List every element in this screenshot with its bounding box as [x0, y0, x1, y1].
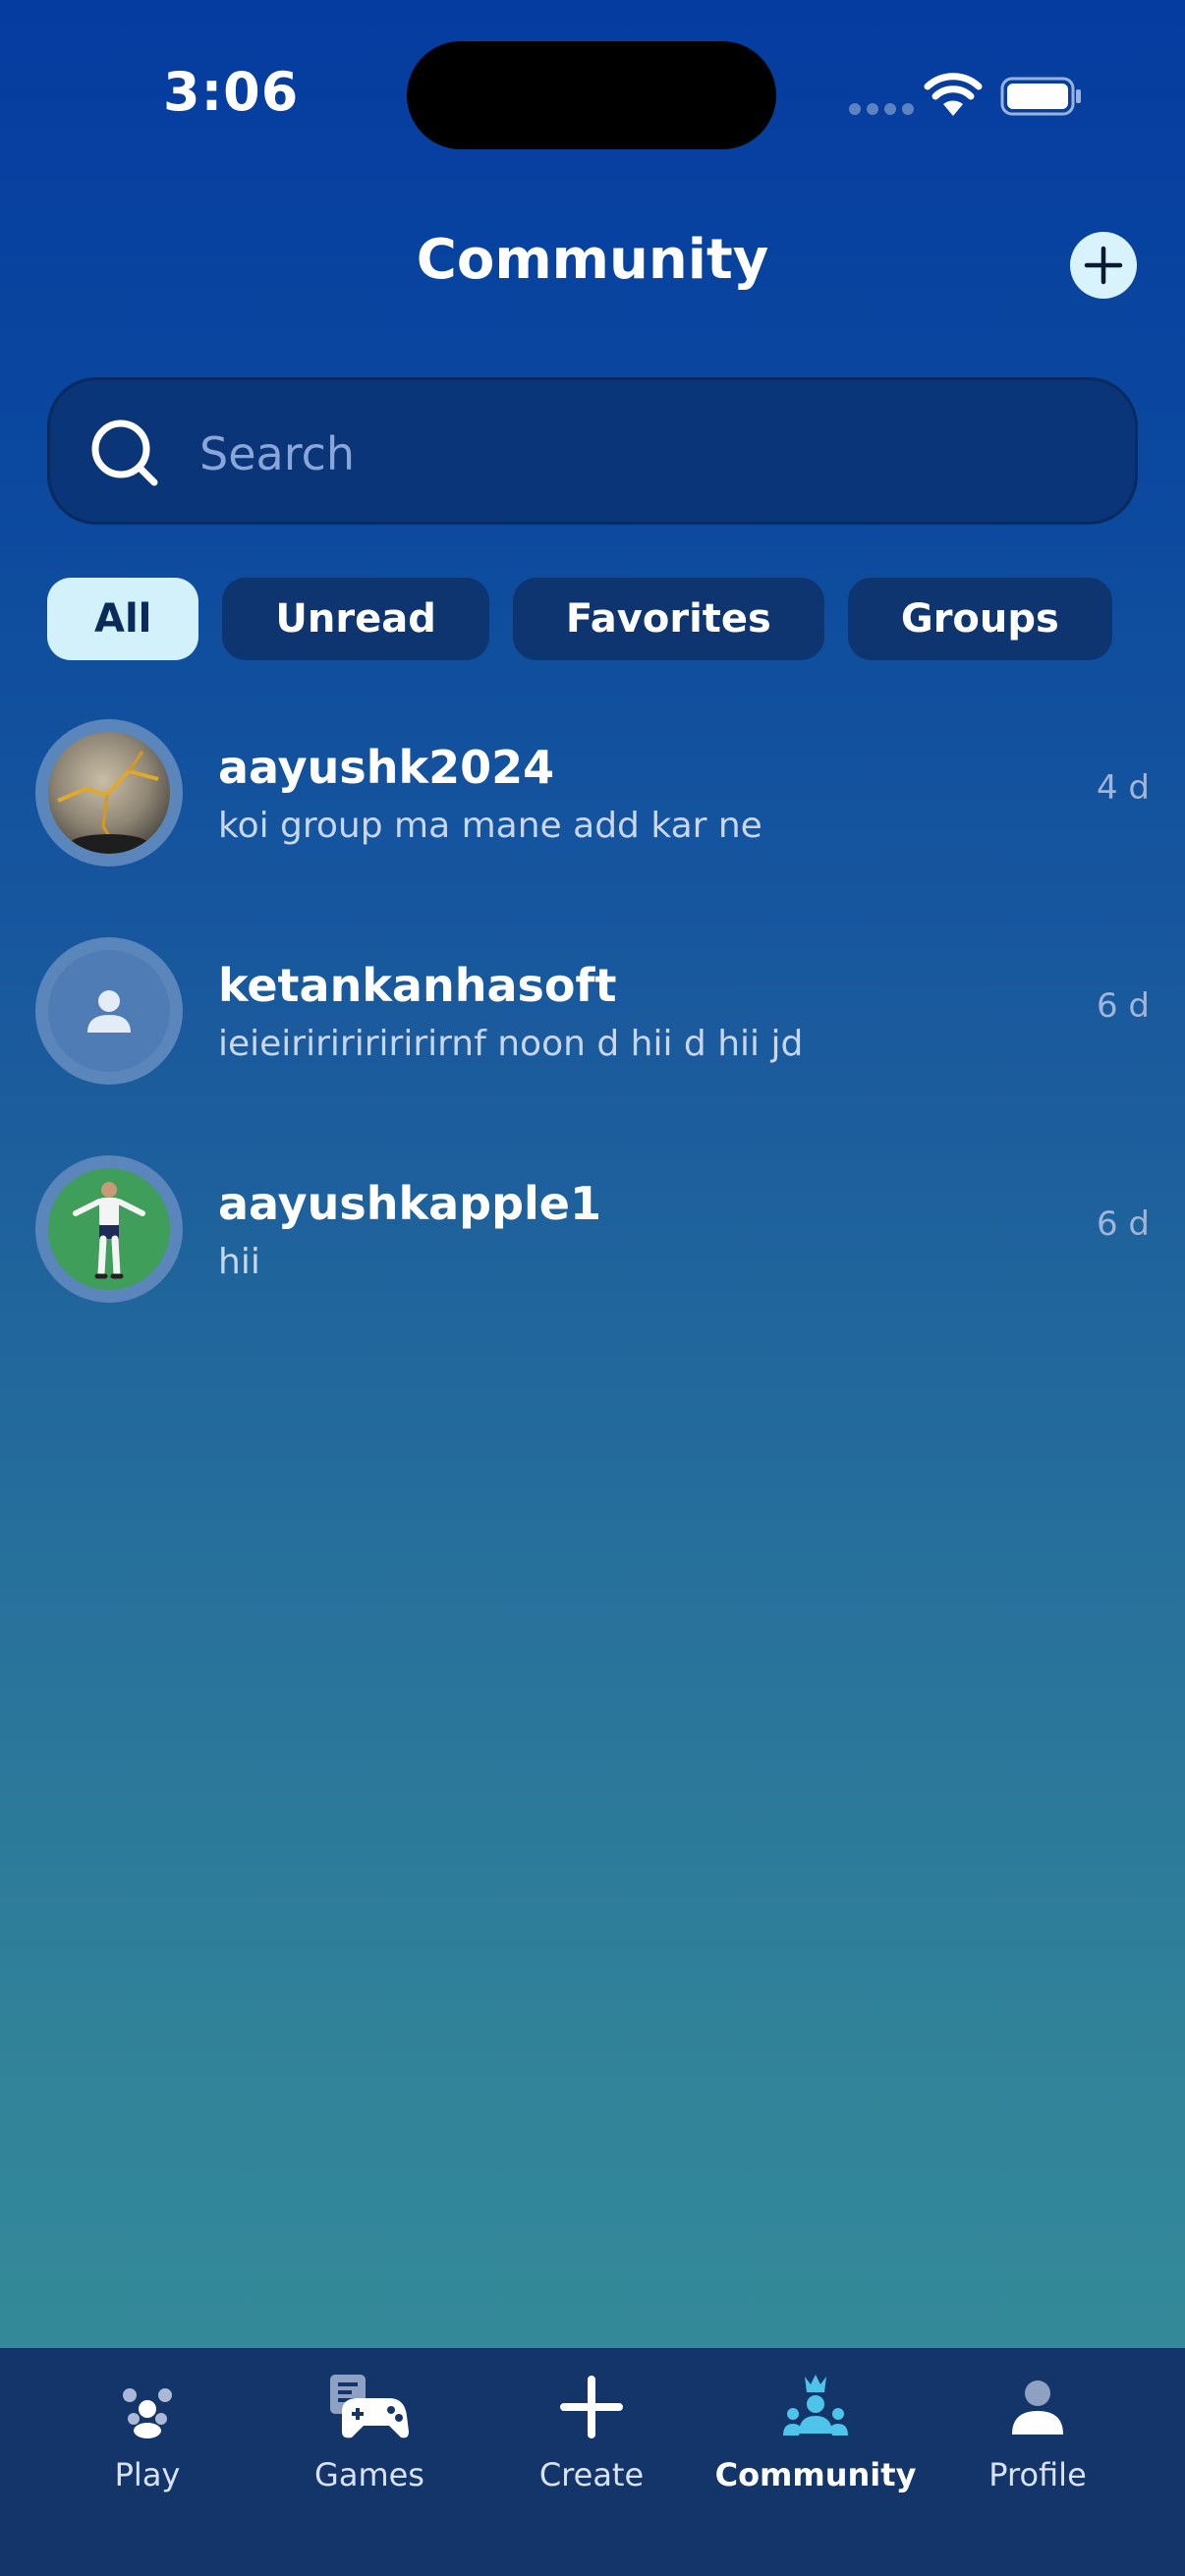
avatar — [35, 937, 183, 1085]
battery-icon — [1000, 77, 1081, 116]
conversation-preview: ieieiririririririrnf noon d hii d hii jd — [218, 1024, 804, 1064]
conversation-preview: hii — [218, 1242, 260, 1282]
tab-label: Play — [114, 2456, 181, 2493]
conversation-row[interactable]: aayushkapple1 hii 6 d — [0, 1155, 1185, 1332]
tab-label: Games — [314, 2456, 424, 2493]
avatar — [35, 719, 183, 867]
status-bar: 3:06 — [0, 0, 1185, 196]
tab-label: Create — [538, 2456, 645, 2493]
filter-chips: All Unread Favorites Groups — [47, 578, 1112, 660]
conversation-name: aayushkapple1 — [218, 1177, 601, 1230]
add-conversation-button[interactable] — [1070, 232, 1137, 299]
tab-label: Profile — [988, 2456, 1087, 2493]
person-icon — [1012, 2380, 1063, 2435]
person-icon — [87, 990, 131, 1033]
conversation-row[interactable]: ketankanhasoft ieieiririririririrnf noon… — [0, 937, 1185, 1114]
avatar — [35, 1155, 183, 1303]
filter-chip-all[interactable]: All — [47, 578, 199, 660]
conversation-preview: koi group ma mane add kar ne — [218, 806, 762, 846]
conversation-row[interactable]: aayushk2024 koi group ma mane add kar ne… — [0, 719, 1185, 896]
gamepad-icon — [330, 2375, 409, 2438]
crown-people-icon — [783, 2375, 848, 2436]
filter-chip-unread[interactable]: Unread — [222, 578, 489, 660]
dynamic-island — [407, 41, 776, 149]
tab-games[interactable]: Games — [271, 2368, 468, 2505]
tab-create[interactable]: Create — [493, 2368, 690, 2505]
player-avatar — [48, 1168, 170, 1290]
photo-avatar — [48, 732, 170, 854]
tab-profile[interactable]: Profile — [939, 2368, 1136, 2505]
status-time: 3:06 — [163, 61, 300, 123]
search-bar[interactable] — [47, 377, 1138, 525]
filter-chip-favorites[interactable]: Favorites — [512, 578, 824, 660]
default-person-avatar — [48, 950, 170, 1072]
filter-chip-groups[interactable]: Groups — [847, 578, 1112, 660]
tab-play[interactable]: Play — [49, 2368, 246, 2505]
conversation-name: ketankanhasoft — [218, 959, 617, 1012]
conversation-time: 4 d — [1096, 768, 1150, 808]
cellular-signal-icon — [849, 103, 914, 115]
conversation-time: 6 d — [1096, 1204, 1150, 1244]
people-icon — [123, 2388, 172, 2438]
search-icon — [91, 420, 158, 486]
tab-label: Community — [714, 2456, 917, 2493]
search-input[interactable] — [199, 420, 1064, 488]
plus-icon — [1084, 246, 1123, 285]
tab-community[interactable]: Community — [714, 2368, 917, 2505]
tab-bar: Play Games Create Community Profile — [0, 2348, 1185, 2576]
conversation-time: 6 d — [1096, 986, 1150, 1026]
plus-icon — [560, 2376, 623, 2438]
conversation-name: aayushk2024 — [218, 741, 555, 794]
page-title: Community — [416, 228, 769, 292]
wifi-icon — [924, 73, 983, 116]
